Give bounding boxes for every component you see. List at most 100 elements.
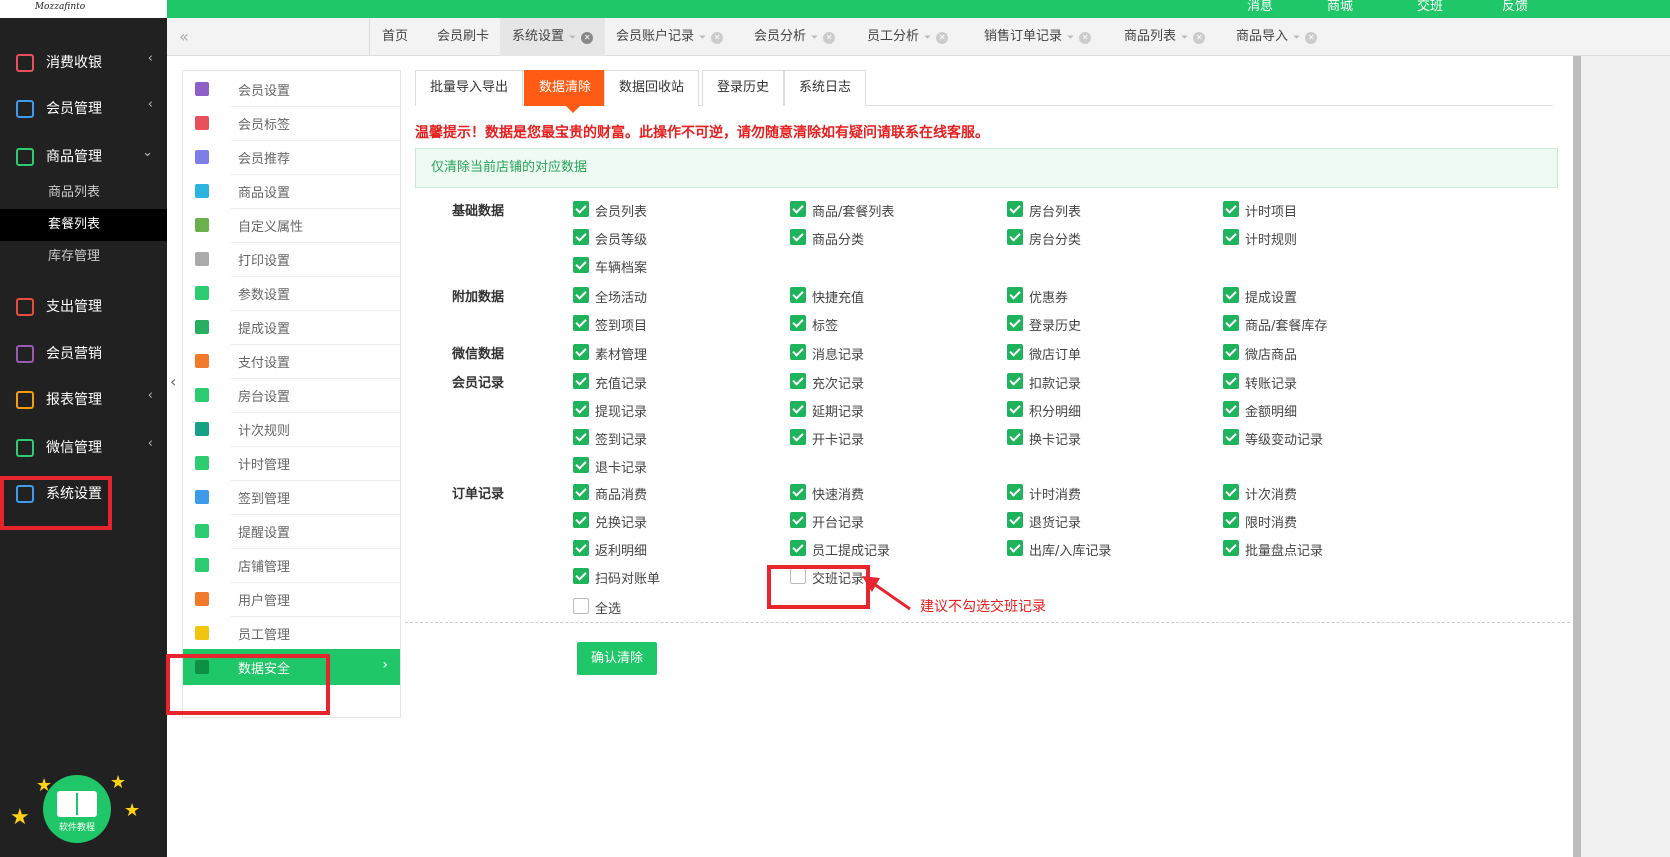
sidebar-item-4[interactable]: 会员营销 — [0, 333, 167, 373]
checkbox-icon[interactable] — [1007, 201, 1023, 217]
content-tab-1[interactable]: 数据清除 — [524, 70, 607, 106]
tutorial-button[interactable]: 软件教程 — [43, 775, 111, 843]
checkbox-icon[interactable] — [573, 512, 589, 528]
checkbox-icon[interactable] — [790, 401, 806, 417]
checkbox-icon[interactable] — [1007, 429, 1023, 445]
checkbox-icon[interactable] — [790, 540, 806, 556]
checkbox-icon[interactable] — [790, 287, 806, 303]
sidebar-item-6[interactable]: 微信管理 ‹ — [0, 427, 167, 467]
content-tab-2[interactable]: 数据回收站 — [604, 70, 700, 106]
tab-2[interactable]: 系统设置 ⏷ ✕ — [500, 18, 606, 56]
menu-item-12[interactable]: 签到管理 — [183, 479, 400, 515]
scrollbar[interactable] — [1573, 56, 1581, 857]
checkbox-icon[interactable] — [1007, 344, 1023, 360]
menu-item-10[interactable]: 计次规则 — [183, 411, 400, 447]
checkbox-icon[interactable] — [790, 429, 806, 445]
checkbox-icon[interactable] — [1223, 229, 1239, 245]
checkbox-icon[interactable] — [573, 344, 589, 360]
close-icon[interactable]: ✕ — [823, 32, 836, 44]
checkbox-icon[interactable] — [1223, 512, 1239, 528]
close-icon[interactable]: ✕ — [1305, 32, 1318, 44]
sidebar-item-2[interactable]: 商品管理 ⌄ — [0, 136, 167, 176]
menu-item-13[interactable]: 提醒设置 — [183, 513, 400, 549]
pin-icon[interactable]: ⏷ — [699, 33, 706, 43]
menu-item-0[interactable]: 会员设置 — [183, 71, 400, 107]
checkbox-icon[interactable] — [790, 315, 806, 331]
tab-6[interactable]: 销售订单记录 ⏷ ✕ — [972, 18, 1103, 56]
sidebar-subitem[interactable]: 商品列表 — [0, 177, 167, 209]
checkbox-icon[interactable] — [573, 401, 589, 417]
checkbox-icon[interactable] — [1223, 401, 1239, 417]
checkbox-icon[interactable] — [1223, 344, 1239, 360]
checkbox-icon[interactable] — [1007, 484, 1023, 500]
menu-item-4[interactable]: 自定义属性 — [183, 207, 400, 243]
checkbox-icon[interactable] — [790, 373, 806, 389]
tab-4[interactable]: 会员分析 ⏷ ✕ — [742, 18, 847, 56]
close-icon[interactable]: ✕ — [711, 32, 724, 44]
checkbox-icon[interactable] — [1007, 229, 1023, 245]
tab-0[interactable]: 首页 — [370, 18, 420, 56]
checkbox-icon[interactable] — [573, 598, 589, 614]
content-tab-3[interactable]: 登录历史 — [702, 70, 785, 106]
menu-item-6[interactable]: 参数设置 — [183, 275, 400, 311]
checkbox-icon[interactable] — [1223, 484, 1239, 500]
menu-item-5[interactable]: 打印设置 — [183, 241, 400, 277]
checkbox-icon[interactable] — [573, 568, 589, 584]
checkbox-icon[interactable] — [573, 229, 589, 245]
sidebar-subitem[interactable]: 库存管理 — [0, 241, 167, 273]
top-link-mall[interactable]: 商城 — [1327, 0, 1353, 14]
checkbox-icon[interactable] — [1223, 373, 1239, 389]
menu-item-7[interactable]: 提成设置 — [183, 309, 400, 345]
checkbox-icon[interactable] — [790, 229, 806, 245]
checkbox-icon[interactable] — [1007, 401, 1023, 417]
pin-icon[interactable]: ⏷ — [569, 33, 576, 43]
tab-7[interactable]: 商品列表 ⏷ ✕ — [1112, 18, 1217, 56]
pin-icon[interactable]: ⏷ — [1293, 33, 1300, 43]
top-link-message[interactable]: 消息 — [1247, 0, 1273, 14]
menu-item-15[interactable]: 用户管理 — [183, 581, 400, 617]
confirm-clear-button[interactable]: 确认清除 — [577, 642, 657, 675]
checkbox-icon[interactable] — [1223, 315, 1239, 331]
close-icon[interactable]: ✕ — [1079, 32, 1092, 44]
checkbox-icon[interactable] — [1223, 540, 1239, 556]
menu-item-2[interactable]: 会员推荐 — [183, 139, 400, 175]
tab-3[interactable]: 会员账户记录 ⏷ ✕ — [604, 18, 735, 56]
checkbox-icon[interactable] — [573, 287, 589, 303]
pin-icon[interactable]: ⏷ — [1181, 33, 1188, 43]
close-icon[interactable]: ✕ — [581, 32, 594, 44]
pin-icon[interactable]: ⏷ — [924, 33, 931, 43]
content-tab-0[interactable]: 批量导入导出 — [415, 70, 524, 106]
collapse-menu-icon[interactable]: ‹ — [170, 372, 176, 391]
menu-item-11[interactable]: 计时管理 — [183, 445, 400, 481]
checkbox-icon[interactable] — [790, 484, 806, 500]
tab-8[interactable]: 商品导入 ⏷ ✕ — [1224, 18, 1329, 56]
checkbox-icon[interactable] — [1223, 201, 1239, 217]
checkbox-icon[interactable] — [790, 512, 806, 528]
checkbox-icon[interactable] — [573, 457, 589, 473]
sidebar-item-0[interactable]: 消费收银 ‹ — [0, 42, 167, 82]
checkbox-icon[interactable] — [1007, 287, 1023, 303]
pin-icon[interactable]: ⏷ — [811, 33, 818, 43]
checkbox-icon[interactable] — [573, 315, 589, 331]
checkbox-icon[interactable] — [790, 344, 806, 360]
sidebar-item-1[interactable]: 会员管理 ‹ — [0, 88, 167, 128]
checkbox-icon[interactable] — [790, 201, 806, 217]
tab-1[interactable]: 会员刷卡 — [425, 18, 501, 56]
close-icon[interactable]: ✕ — [1193, 32, 1206, 44]
checkbox-icon[interactable] — [1223, 287, 1239, 303]
checkbox-icon[interactable] — [1223, 429, 1239, 445]
close-icon[interactable]: ✕ — [936, 32, 949, 44]
sidebar-item-3[interactable]: 支出管理 — [0, 286, 167, 326]
checkbox-icon[interactable] — [1007, 315, 1023, 331]
checkbox-icon[interactable] — [573, 484, 589, 500]
menu-item-16[interactable]: 员工管理 — [183, 615, 400, 651]
tab-5[interactable]: 员工分析 ⏷ ✕ — [855, 18, 960, 56]
checkbox-icon[interactable] — [573, 540, 589, 556]
tab-scroll-left-icon[interactable]: « — [167, 18, 202, 56]
checkbox-icon[interactable] — [1007, 373, 1023, 389]
sidebar-subitem[interactable]: 套餐列表 — [0, 209, 167, 241]
menu-item-14[interactable]: 店铺管理 — [183, 547, 400, 583]
checkbox-icon[interactable] — [573, 429, 589, 445]
top-link-shift[interactable]: 交班 — [1417, 0, 1443, 14]
sidebar-item-5[interactable]: 报表管理 ‹ — [0, 379, 167, 419]
